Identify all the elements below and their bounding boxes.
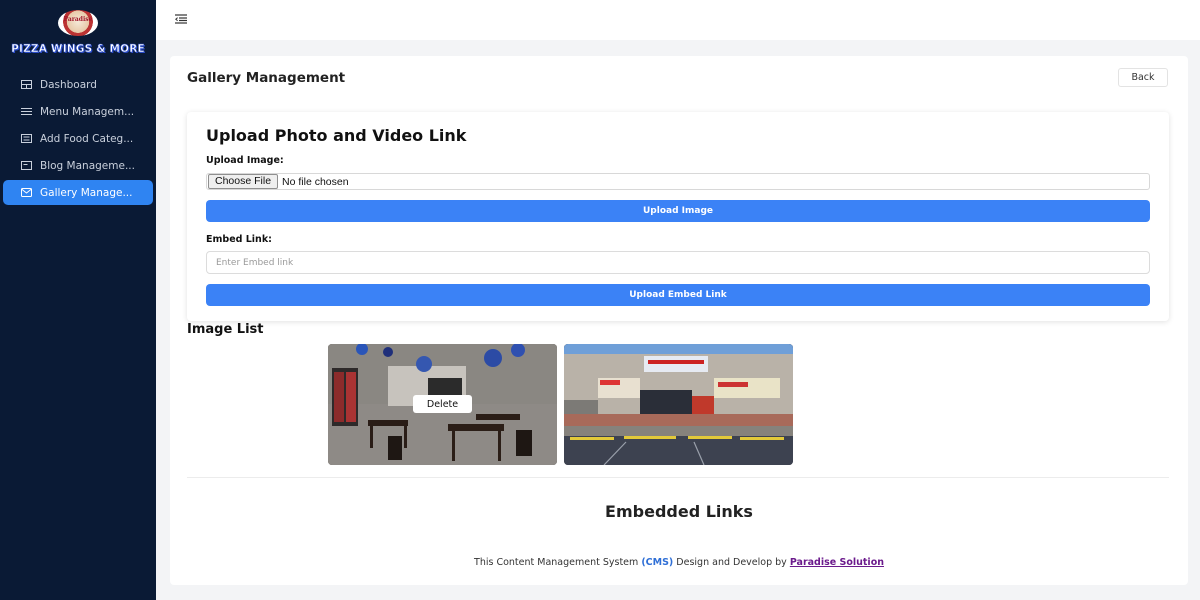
- gallery-image-storefront[interactable]: [564, 344, 793, 465]
- sidebar-item-dashboard[interactable]: Dashboard: [3, 72, 153, 97]
- sidebar-item-blog-management[interactable]: Blog Manageme...: [3, 153, 153, 178]
- upload-embed-link-button[interactable]: Upload Embed Link: [206, 284, 1150, 306]
- back-button[interactable]: Back: [1118, 68, 1168, 87]
- file-status-text: No file chosen: [282, 175, 349, 188]
- sidebar-item-label: Menu Managem...: [40, 105, 135, 118]
- section-divider: [187, 477, 1169, 478]
- file-input[interactable]: Choose File No file chosen: [206, 173, 1150, 190]
- sidebar-item-label: Blog Manageme...: [40, 159, 135, 172]
- footer: This Content Management System (CMS) Des…: [170, 557, 1188, 568]
- logo-badge-icon: [58, 10, 98, 36]
- footer-cms-label: (CMS): [641, 557, 674, 568]
- page-title: Gallery Management: [187, 70, 346, 86]
- storefront-photo-image: [564, 344, 793, 465]
- upload-image-label: Upload Image:: [206, 155, 284, 166]
- sidebar-item-menu-management[interactable]: Menu Managem...: [3, 99, 153, 124]
- image-list-title: Image List: [187, 322, 264, 337]
- category-icon: [21, 134, 32, 143]
- footer-text: This Content Management System: [474, 557, 639, 568]
- choose-file-button[interactable]: Choose File: [208, 174, 279, 189]
- sidebar-item-gallery-management[interactable]: Gallery Manage...: [3, 180, 153, 205]
- sidebar-item-label: Add Food Categ...: [40, 132, 134, 145]
- logo-badge-text: Paradise: [63, 16, 93, 23]
- upload-image-button[interactable]: Upload Image: [206, 200, 1150, 222]
- brand-name: PIZZA WINGS & MORE: [11, 43, 145, 56]
- gallery-icon: [21, 188, 32, 197]
- list-icon: [21, 108, 32, 115]
- delete-image-button[interactable]: Delete: [413, 395, 472, 413]
- dashboard-icon: [21, 80, 32, 89]
- menu-toggle-icon[interactable]: [175, 14, 187, 24]
- embedded-links-title: Embedded Links: [605, 502, 753, 521]
- embed-link-label: Embed Link:: [206, 234, 272, 245]
- footer-text-middle: Design and Develop by: [676, 557, 787, 568]
- sidebar-nav: Dashboard Menu Managem... Add Food Categ…: [3, 72, 153, 207]
- upload-section-title: Upload Photo and Video Link: [206, 126, 467, 145]
- sidebar-item-add-food-category[interactable]: Add Food Categ...: [3, 126, 153, 151]
- sidebar-item-label: Gallery Manage...: [40, 186, 133, 199]
- brand-logo[interactable]: Paradise PIZZA WINGS & MORE: [0, 6, 156, 58]
- footer-company-link[interactable]: Paradise Solution: [790, 557, 884, 568]
- embed-link-input[interactable]: [206, 251, 1150, 274]
- sidebar: Paradise PIZZA WINGS & MORE Dashboard Me…: [0, 0, 156, 600]
- blog-icon: [21, 161, 32, 170]
- top-bar: [156, 0, 1200, 40]
- sidebar-item-label: Dashboard: [40, 78, 97, 91]
